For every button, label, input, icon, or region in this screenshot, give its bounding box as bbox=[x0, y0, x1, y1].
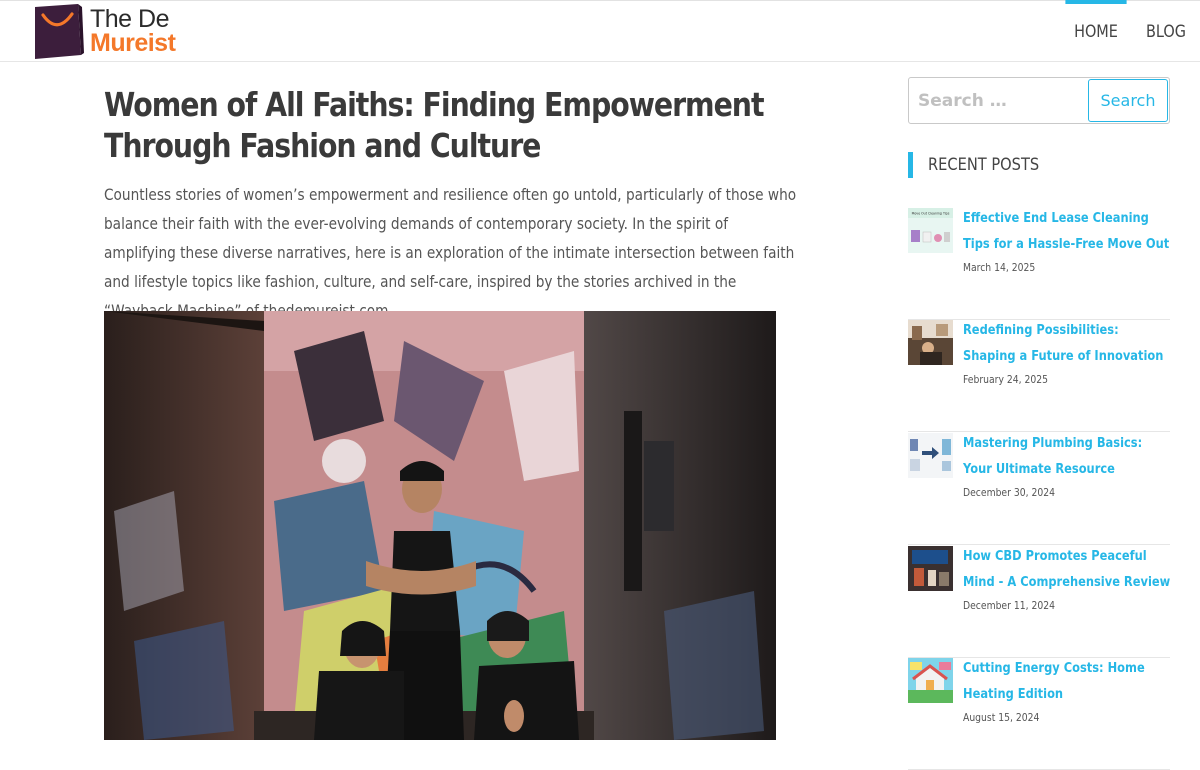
recent-posts-heading: RECENT POSTS bbox=[908, 152, 1168, 178]
search-input[interactable] bbox=[910, 79, 1086, 122]
recent-post-link[interactable]: How CBD Promotes Peaceful Mind - A Compr… bbox=[963, 544, 1174, 596]
post-date: December 11, 2024 bbox=[963, 600, 1056, 612]
article-title: Women of All Faiths: Finding Empowerment… bbox=[104, 85, 765, 165]
site-header: The De Mureist HOME BLOG bbox=[0, 0, 1200, 62]
thumb-caption: Move Out Cleaning Tips bbox=[912, 212, 950, 216]
recent-post-link[interactable]: Cutting Energy Costs: Home Heating Editi… bbox=[963, 656, 1174, 708]
post-thumbnail[interactable] bbox=[908, 433, 953, 478]
post-thumbnail[interactable] bbox=[908, 320, 953, 365]
search-form: Search bbox=[908, 77, 1170, 124]
post-date: March 14, 2025 bbox=[963, 262, 1036, 274]
post-thumbnail[interactable] bbox=[908, 658, 953, 703]
post-date: August 15, 2024 bbox=[963, 712, 1040, 724]
recent-post-item: Move Out Cleaning Tips Effective End Lea… bbox=[908, 208, 1170, 320]
post-thumbnail[interactable] bbox=[908, 546, 953, 591]
nav-blog[interactable]: BLOG bbox=[1141, 1, 1192, 63]
shopping-bag-logo-icon bbox=[32, 3, 84, 59]
recent-post-item: Cutting Energy Costs: Home Heating Editi… bbox=[908, 658, 1170, 770]
article-hero-image bbox=[104, 311, 776, 740]
recent-post-item: How CBD Promotes Peaceful Mind - A Compr… bbox=[908, 546, 1170, 658]
main-nav: HOME BLOG bbox=[1060, 0, 1200, 63]
site-name-line2: Mureist bbox=[90, 29, 176, 57]
site-name-line1: The De bbox=[90, 5, 169, 33]
recent-post-link[interactable]: Effective End Lease Cleaning Tips for a … bbox=[963, 206, 1174, 258]
post-date: December 30, 2024 bbox=[963, 487, 1056, 499]
recent-post-link[interactable]: Mastering Plumbing Basics: Your Ultimate… bbox=[963, 431, 1174, 483]
recent-post-item: Redefining Possibilities: Shaping a Futu… bbox=[908, 320, 1170, 432]
article-intro: Countless stories of women’s empowerment… bbox=[104, 185, 797, 320]
nav-home[interactable]: HOME bbox=[1065, 0, 1127, 63]
recent-posts-heading-text: RECENT POSTS bbox=[928, 155, 1040, 175]
site-logo[interactable]: The De Mureist bbox=[32, 3, 176, 59]
search-button[interactable]: Search bbox=[1088, 79, 1168, 122]
post-date: February 24, 2025 bbox=[963, 374, 1049, 386]
recent-post-link[interactable]: Redefining Possibilities: Shaping a Futu… bbox=[963, 318, 1174, 370]
recent-post-item: Mastering Plumbing Basics: Your Ultimate… bbox=[908, 433, 1170, 545]
post-thumbnail[interactable]: Move Out Cleaning Tips bbox=[908, 208, 953, 253]
